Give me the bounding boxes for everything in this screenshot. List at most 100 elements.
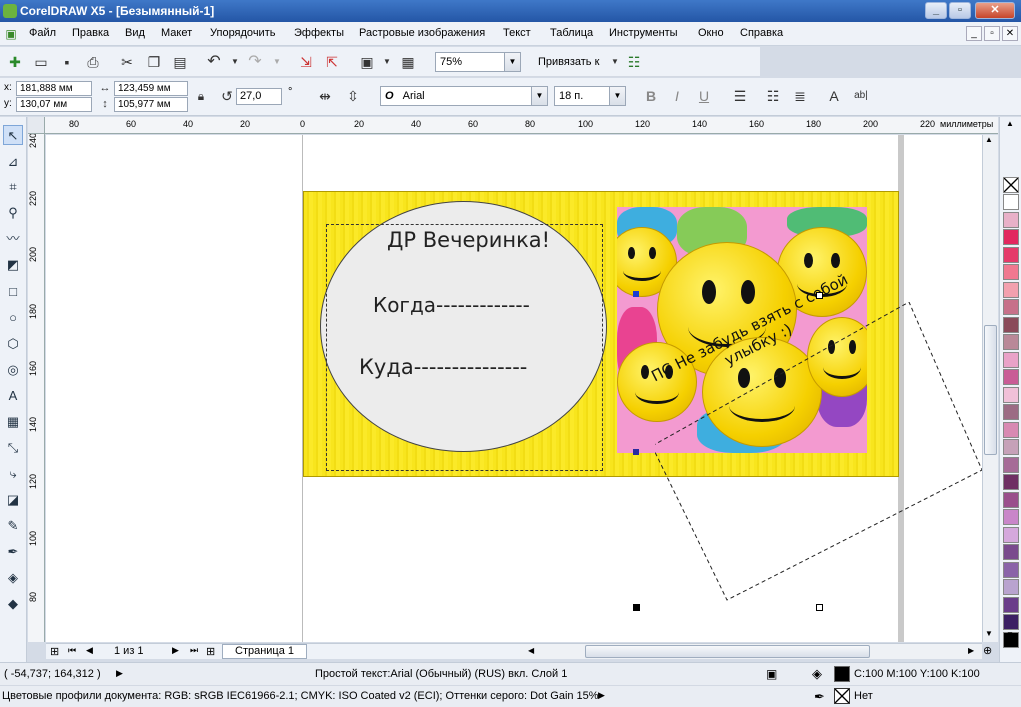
menu-tools[interactable]: Инструменты (609, 27, 678, 39)
horizontal-ruler[interactable]: 80 60 40 20 0 20 40 60 80 100 120 140 16… (28, 117, 998, 134)
color-proof-icon[interactable]: ▣ (766, 667, 777, 681)
add-page-icon[interactable]: ⊞ (50, 645, 59, 658)
selection-handle[interactable] (816, 604, 823, 611)
save-icon[interactable]: ▪ (58, 53, 76, 71)
scroll-down-icon[interactable]: ▼ (985, 629, 993, 638)
height-field[interactable]: 105,977 мм (114, 97, 188, 112)
mdi-close-button[interactable]: ✕ (1002, 26, 1018, 41)
mirror-horizontal-icon[interactable]: ⇹ (316, 87, 334, 105)
undo-dropdown-icon[interactable]: ▼ (226, 53, 244, 71)
table-tool-icon[interactable]: ▦ (3, 412, 23, 432)
x-position-field[interactable]: 181,888 мм (16, 81, 92, 96)
document-icon[interactable]: ▣ (2, 25, 20, 43)
palette-scroll-down-icon[interactable]: ▼ (1006, 630, 1014, 639)
next-page-icon[interactable]: ▶ (172, 645, 179, 656)
export-icon[interactable]: ⇱ (323, 53, 341, 71)
menu-effects[interactable]: Эффекты (294, 27, 344, 39)
open-icon[interactable]: ▭ (32, 53, 50, 71)
no-outline-swatch[interactable] (834, 688, 850, 704)
selection-handle[interactable] (816, 292, 823, 299)
ruler-origin[interactable] (28, 117, 45, 134)
palette-swatch[interactable] (1003, 509, 1019, 525)
menu-text[interactable]: Текст (503, 27, 531, 39)
snap-to-button[interactable]: Привязать к (538, 56, 599, 68)
blend-tool-icon[interactable]: ◪ (3, 490, 23, 510)
palette-swatch[interactable] (1003, 386, 1019, 403)
palette-swatch[interactable] (1003, 596, 1019, 613)
palette-swatch[interactable] (1003, 316, 1019, 333)
vertical-ruler[interactable]: 240 220 200 180 160 140 120 100 80 (28, 133, 45, 642)
menu-help[interactable]: Справка (740, 27, 783, 39)
palette-swatch[interactable] (1003, 456, 1019, 473)
close-button[interactable]: ✕ (975, 2, 1015, 19)
palette-swatch[interactable] (1003, 334, 1019, 350)
pick-tool-icon[interactable]: ↖ (3, 125, 23, 145)
scroll-right-icon[interactable]: ▶ (968, 646, 974, 655)
navigator-icon[interactable]: ⊕ (983, 644, 992, 657)
smart-fill-tool-icon[interactable]: ◩ (3, 255, 23, 275)
rectangle-tool-icon[interactable]: □ (3, 282, 23, 302)
palette-swatch[interactable] (1003, 474, 1019, 490)
palette-swatch[interactable] (1003, 421, 1019, 438)
menu-arrange[interactable]: Упорядочить (210, 27, 275, 39)
text-tool-icon[interactable]: A (3, 386, 23, 406)
chevron-down-icon[interactable]: ▼ (531, 87, 547, 105)
horizontal-scrollbar[interactable]: ◀ ▶ (520, 643, 982, 659)
outline-pen-tool-icon[interactable]: ✒ (3, 542, 23, 562)
palette-swatch[interactable] (1003, 579, 1019, 595)
redo-icon[interactable]: ↷ (246, 53, 264, 71)
underline-button[interactable]: U (695, 87, 713, 105)
freehand-tool-icon[interactable]: 〰 (3, 229, 23, 249)
font-family-combo[interactable]: O Arial ▼ (380, 86, 548, 106)
selection-handle[interactable] (633, 449, 639, 455)
cut-icon[interactable]: ✂ (118, 53, 136, 71)
new-icon[interactable]: ✚ (6, 53, 24, 71)
palette-swatch[interactable] (1003, 439, 1019, 455)
minimize-button[interactable]: _ (925, 2, 947, 19)
bullet-list-icon[interactable]: ☷ (764, 87, 782, 105)
palette-swatch[interactable] (1003, 404, 1019, 420)
menu-bitmaps[interactable]: Растровые изображения (359, 27, 485, 39)
palette-swatch[interactable] (1003, 299, 1019, 315)
basic-shapes-tool-icon[interactable]: ◎ (3, 360, 23, 380)
zoom-level-combo[interactable]: 75% ▼ (435, 52, 521, 72)
chevron-down-icon[interactable]: ▼ (504, 53, 520, 71)
snap-dropdown-icon[interactable]: ▼ (606, 53, 624, 71)
launcher-dropdown-icon[interactable]: ▼ (378, 53, 396, 71)
print-icon[interactable]: ⎙ (84, 53, 102, 71)
no-color-swatch[interactable] (1003, 177, 1019, 193)
vertical-scrollbar[interactable]: ▲ ▼ (982, 135, 998, 642)
previous-page-icon[interactable]: ◀ (86, 645, 93, 656)
import-icon[interactable]: ⇲ (297, 53, 315, 71)
redo-dropdown-icon[interactable]: ▼ (268, 53, 286, 71)
menu-layout[interactable]: Макет (161, 27, 192, 39)
card-where-text[interactable]: Куда--------------- (359, 355, 527, 379)
bold-button[interactable]: B (642, 87, 660, 105)
palette-swatch[interactable] (1003, 246, 1019, 263)
options-icon[interactable]: ☷ (625, 53, 643, 71)
mdi-minimize-button[interactable]: _ (966, 26, 982, 41)
font-size-combo[interactable]: 18 п. ▼ (554, 86, 626, 106)
card-when-text[interactable]: Когда------------- (373, 293, 530, 317)
edit-text-icon[interactable]: ab| (852, 87, 870, 105)
palette-swatch[interactable] (1003, 544, 1019, 560)
interactive-fill-tool-icon[interactable]: ◆ (3, 594, 23, 614)
application-launcher-icon[interactable]: ▣ (358, 53, 376, 71)
palette-swatch[interactable] (1003, 491, 1019, 508)
paste-icon[interactable]: ▤ (171, 53, 189, 71)
character-format-icon[interactable]: A (825, 87, 843, 105)
zoom-tool-icon[interactable]: ⚲ (3, 203, 23, 223)
page-tab[interactable]: Страница 1 (222, 644, 308, 659)
vertical-scroll-thumb[interactable] (984, 325, 997, 455)
italic-button[interactable]: I (668, 87, 686, 105)
menu-file[interactable]: Файл (29, 27, 56, 39)
palette-swatch[interactable] (1003, 194, 1019, 210)
undo-icon[interactable]: ↶ (205, 53, 223, 71)
shape-tool-icon[interactable]: ⊿ (3, 152, 23, 172)
crop-tool-icon[interactable]: ⌗ (3, 177, 23, 197)
palette-swatch[interactable] (1003, 614, 1019, 630)
mirror-vertical-icon[interactable]: ⇳ (344, 87, 362, 105)
palette-swatch[interactable] (1003, 561, 1019, 578)
last-page-icon[interactable]: ⏭ (190, 645, 198, 656)
scroll-up-icon[interactable]: ▲ (985, 135, 993, 144)
